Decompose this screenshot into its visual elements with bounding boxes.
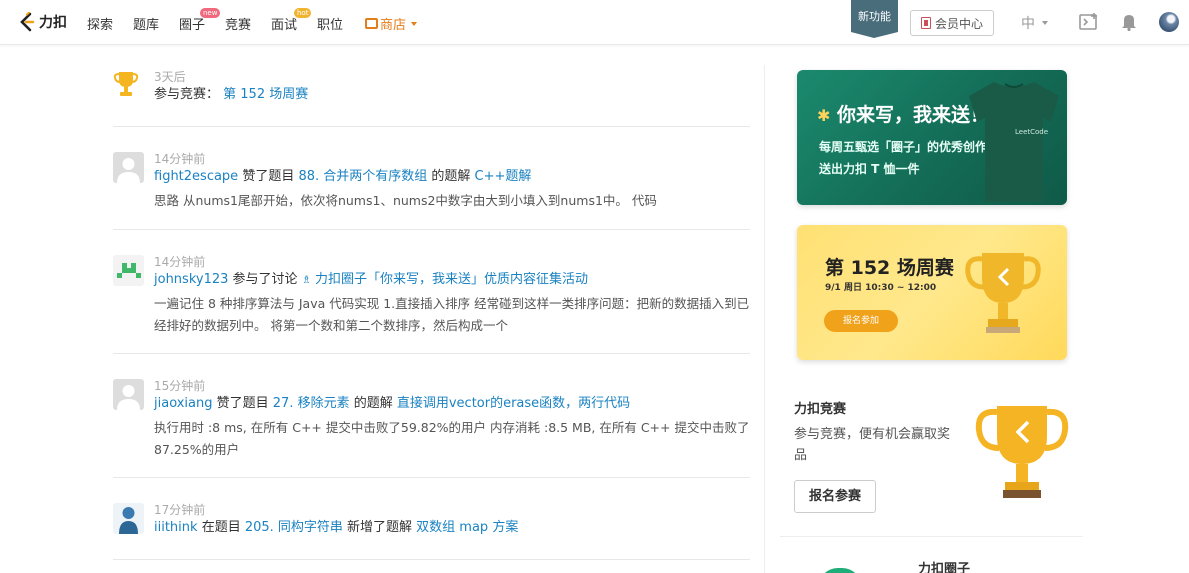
feed-item: 15分钟前 jiaoxiang 赞了题目 27. 移除元素 的题解 直接调用ve…: [113, 354, 750, 478]
banner-title: ✱ 你来写，我来送！: [817, 100, 989, 127]
feed-line: jiaoxiang 赞了题目 27. 移除元素 的题解 直接调用vector的e…: [154, 394, 750, 414]
feed-prefix: 参与竞赛：: [154, 87, 220, 102]
logo[interactable]: 力扣: [18, 12, 67, 32]
contest-link[interactable]: 第 152 场周赛: [223, 87, 308, 102]
user-avatar[interactable]: [113, 379, 144, 410]
banner-title-text: 你来写，我来送！: [837, 104, 990, 126]
user-link[interactable]: fight2escape: [154, 169, 238, 184]
nav-problems[interactable]: 题库: [133, 14, 159, 33]
problem-link[interactable]: 205. 同构字符串: [245, 520, 343, 535]
hot-badge: hot: [294, 8, 312, 18]
store-icon: [365, 18, 378, 29]
feed-time: 14分钟前: [154, 255, 206, 269]
language-switcher[interactable]: 中: [1021, 13, 1048, 33]
feed-action: 新增了题解: [342, 520, 417, 535]
feed-line: iiithink 在题目 205. 同构字符串 新增了题解 双数组 map 方案: [154, 518, 518, 538]
member-center-label: 会员中心: [934, 16, 983, 31]
feed-description: 执行用时 :8 ms, 在所有 C++ 提交中击败了59.82%的用户 内存消耗…: [154, 420, 750, 457]
problem-link[interactable]: 27. 移除元素: [273, 396, 350, 411]
feed-line: fight2escape 赞了题目 88. 合并两个有序数组 的题解 C++题解: [154, 167, 750, 187]
member-center-button[interactable]: 会员中心: [910, 10, 994, 36]
circle-section-title: 力扣圈子: [918, 562, 971, 573]
join-contest-button[interactable]: 报名参赛: [794, 480, 876, 513]
feed-item: 14分钟前 johnsky123 参与了讨论 ♗ 力扣圈子「你来写，我来送」优质…: [113, 230, 750, 354]
solution-link[interactable]: C++题解: [475, 169, 532, 184]
feed-action: 的题解: [349, 396, 397, 411]
promo-banner-writing[interactable]: ✱ 你来写，我来送！ 每周五甄选「圈子」的优秀创作者 送出力扣 T 恤一件 Le…: [797, 70, 1067, 205]
user-avatar[interactable]: [1159, 12, 1179, 32]
circle-logo-icon: [818, 568, 862, 573]
banner-date: 9/1 周日 10:30 ~ 12:00: [825, 283, 937, 293]
tshirt-icon: [969, 82, 1059, 202]
topic-link[interactable]: 力扣圈子「你来写，我来送」优质内容征集活动: [315, 272, 588, 287]
user-avatar[interactable]: [113, 503, 144, 534]
feed-action: 赞了题目: [238, 169, 299, 184]
sidebar-divider: [764, 65, 765, 573]
contest-section-title: 力扣竞赛: [794, 402, 847, 417]
nav-interview[interactable]: 面试: [271, 14, 297, 33]
feed-action: 在题目: [197, 520, 245, 535]
member-icon: [920, 17, 931, 29]
feed-description: 一遍记住 8 种排序算法与 Java 代码实现 1.直接插入排序 经常碰到这样一…: [154, 296, 750, 333]
chevron-down-icon: [411, 21, 418, 26]
feed-time: 14分钟前: [154, 152, 206, 166]
nav-jobs[interactable]: 职位: [317, 14, 343, 33]
trophy-icon: [113, 72, 139, 96]
sidebar-section-divider: [780, 536, 1083, 537]
feed-item: 17分钟前 iiithink 在题目 205. 同构字符串 新增了题解 双数组 …: [113, 478, 750, 560]
user-link[interactable]: johnsky123: [154, 272, 228, 287]
feed-item-contest: 3天后 参与竞赛： 第 152 场周赛: [113, 60, 750, 127]
nav-contest[interactable]: 竞赛: [225, 14, 251, 33]
nav-explore[interactable]: 探索: [87, 14, 113, 33]
top-navbar: 力扣 探索 题库 圈子 new 竞赛 面试 hot 职位 商店 新功能 会员中心…: [0, 0, 1189, 45]
user-avatar[interactable]: [113, 255, 144, 286]
register-button[interactable]: 报名参加: [824, 310, 898, 332]
problem-link[interactable]: 88. 合并两个有序数组: [298, 169, 427, 184]
feed-line: johnsky123 参与了讨论 ♗ 力扣圈子「你来写，我来送」优质内容征集活动: [154, 270, 750, 290]
user-link[interactable]: jiaoxiang: [154, 396, 213, 411]
feed-action: 的题解: [427, 169, 475, 184]
logo-text: 力扣: [39, 15, 67, 31]
shirt-logo: LeetCode: [1015, 128, 1049, 136]
solution-link[interactable]: 双数组 map 方案: [416, 520, 518, 535]
playground-icon[interactable]: [1079, 13, 1099, 31]
feed-action: 赞了题目: [212, 396, 273, 411]
chevron-down-icon: [1042, 21, 1048, 25]
feed-time: 15分钟前: [154, 379, 206, 393]
discussion-icon: ♗: [301, 273, 316, 286]
banner-subtitle: 送出力扣 T 恤一件: [819, 162, 920, 176]
banner-title: 第 152 场周赛: [825, 257, 954, 279]
trophy-icon: [965, 253, 1041, 333]
default-avatar-icon: [117, 158, 140, 183]
new-badge: new: [200, 8, 221, 18]
trophy-icon: [975, 406, 1069, 498]
contest-description: 参与竞赛，便有机会赢取奖品: [794, 427, 951, 463]
identicon-icon: [117, 263, 141, 278]
new-feature-tag[interactable]: 新功能: [851, 0, 898, 38]
feed-description: 思路 从nums1尾部开始，依次将nums1、nums2中数字由大到小填入到nu…: [154, 193, 657, 208]
leetcode-logo-icon: [20, 12, 35, 32]
language-label: 中: [1021, 16, 1035, 32]
user-photo-icon: [119, 507, 138, 534]
party-popper-icon: ✱: [817, 106, 831, 125]
feed-time: 17分钟前: [154, 503, 206, 517]
user-avatar[interactable]: [113, 152, 144, 183]
default-avatar-icon: [117, 385, 140, 410]
feed-time: 3天后: [154, 70, 186, 84]
bell-icon[interactable]: [1121, 13, 1137, 31]
feed-action: 参与了讨论: [228, 272, 302, 287]
feed-line: 参与竞赛： 第 152 场周赛: [154, 85, 308, 105]
promo-banner-weekly-contest[interactable]: 第 152 场周赛 9/1 周日 10:30 ~ 12:00 报名参加: [797, 225, 1067, 360]
user-link[interactable]: iiithink: [154, 520, 198, 535]
store-label: 商店: [380, 18, 407, 33]
feed-item: 14分钟前 fight2escape 赞了题目 88. 合并两个有序数组 的题解…: [113, 127, 750, 230]
nav-store[interactable]: 商店: [365, 14, 418, 33]
solution-link[interactable]: 直接调用vector的erase函数，两行代码: [397, 396, 630, 411]
